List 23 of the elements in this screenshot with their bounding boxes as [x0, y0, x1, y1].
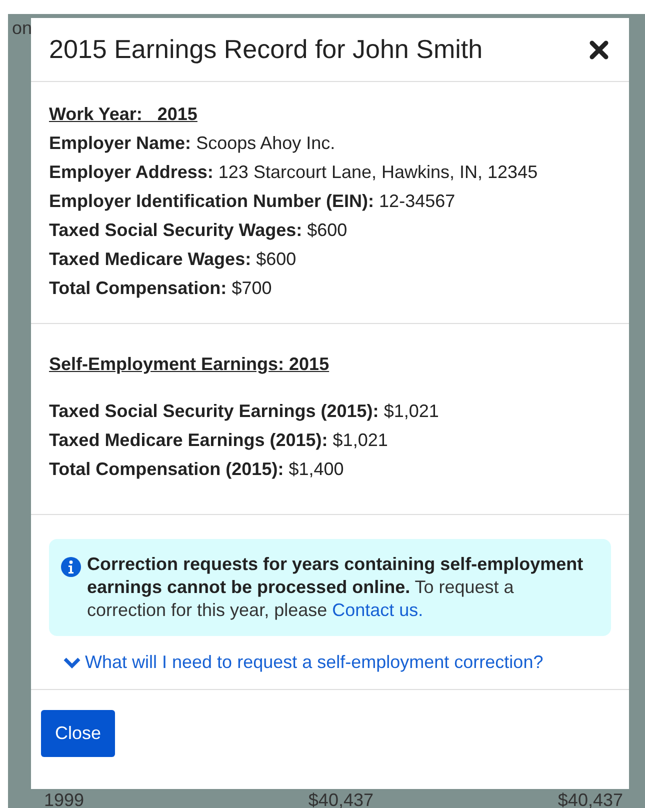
field-line: Taxed Medicare Wages: $600 — [49, 248, 298, 271]
contact-link[interactable]: Contact us. — [332, 600, 424, 620]
field-line: Total Compensation: $700 — [49, 277, 273, 300]
notice-text: Correction requests for years containing self-employment earnings cannot be processed online. To request a correction for this year, please Contact us. — [87, 553, 584, 622]
field-line: Taxed Social Security Earnings (2015): $1,021 — [49, 400, 440, 423]
section-heading: Work Year: 2015 — [49, 103, 198, 126]
close-icon[interactable] — [589, 40, 609, 60]
nav-label: on — [12, 18, 32, 39]
section-heading: Self-Employment Earnings: 2015 — [49, 353, 330, 376]
close-button[interactable]: Close — [41, 710, 116, 757]
field-line: Taxed Medicare Earnings (2015): $1,021 — [49, 429, 389, 452]
disclosure-link[interactable]: What will I need to request a self-employment correction? — [63, 652, 544, 673]
chevron-icon — [63, 656, 81, 668]
table-cell-text: $40,437 — [556, 790, 624, 808]
field-line: Employer Address: 123 Starcourt Lane, Hawkins, IN, 12345 — [49, 161, 539, 184]
field-line: Taxed Social Security Wages: $600 — [49, 219, 348, 242]
dialog-title: 2015 Earnings Record for John Smith — [49, 34, 483, 65]
field-line: Employer Identification Number (EIN): 12-34567 — [49, 190, 456, 213]
field-line: Total Compensation (2015): $1,400 — [49, 458, 345, 481]
field-line: Employer Name: Scoops Ahoy Inc. — [49, 132, 336, 155]
table-cell-text: $40,437 — [307, 790, 374, 808]
info-icon — [61, 557, 81, 577]
table-cell-text: 1999 — [43, 790, 86, 808]
